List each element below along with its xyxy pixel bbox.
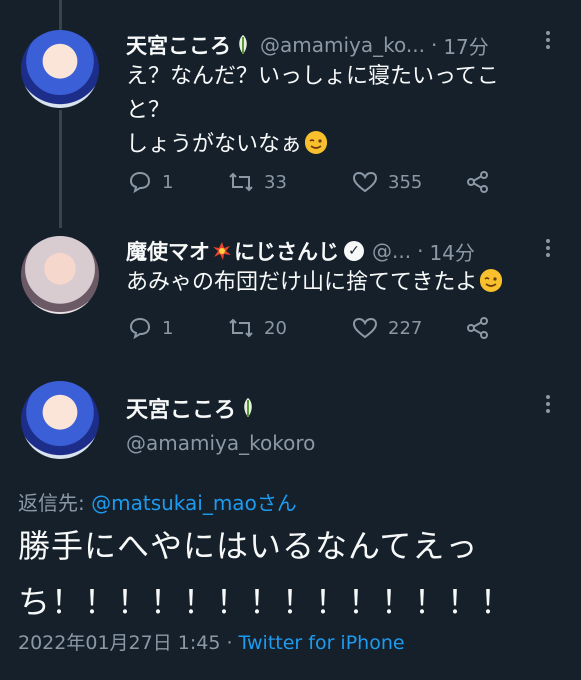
reply-button[interactable]: 1 xyxy=(128,316,228,340)
tweet-text-segment: あみゃの布団だけ山に捨ててきたよ xyxy=(126,270,478,295)
reply-suffix: さん xyxy=(256,491,297,515)
tweet-header: 天宮こころ @amamiya_ko... · 17分 xyxy=(126,30,489,60)
main-tweet-text-line: 勝手にへやにはいるなんてえっ xyxy=(18,527,479,565)
main-tweet-text: 勝手にへやにはいるなんてえっ ち！！！！！！！！！！！！！！ xyxy=(18,521,578,627)
retweet-icon xyxy=(229,318,253,338)
avatar[interactable] xyxy=(21,30,99,108)
tweet-meta: 2022年01月27日 1:45 · Twitter for iPhone xyxy=(18,628,405,655)
share-icon xyxy=(467,171,488,193)
tweet-text: あみゃの布団だけ山に捨ててきたよ xyxy=(126,266,566,300)
tweet-datetime[interactable]: 2022年01月27日 1:45 · xyxy=(18,632,239,654)
thread-line xyxy=(59,0,62,30)
display-name-part: 魔使マオ xyxy=(126,240,210,264)
wink-emoji xyxy=(480,269,503,292)
main-display-name[interactable]: 天宮こころ xyxy=(126,392,255,424)
like-count: 355 xyxy=(388,171,423,193)
tweet-text: え？なんだ？いっしょに寝たいってこ と？ しょうがないなぁ xyxy=(126,60,566,162)
retweet-icon xyxy=(229,172,253,192)
avatar[interactable] xyxy=(21,381,99,459)
handle[interactable]: @... xyxy=(372,239,411,263)
separator-dot: · xyxy=(430,33,438,57)
tweet-source[interactable]: Twitter for iPhone xyxy=(239,632,405,654)
like-button[interactable]: 355 xyxy=(352,170,466,194)
display-name: 天宮こころ xyxy=(126,398,237,423)
more-icon[interactable] xyxy=(542,28,554,52)
handle[interactable]: @amamiya_ko... xyxy=(260,33,425,57)
timestamp[interactable]: 17分 xyxy=(443,31,488,60)
display-name[interactable]: 魔使マオ にじさんじ xyxy=(126,236,339,266)
avatar[interactable] xyxy=(21,236,99,314)
thread-line xyxy=(59,110,62,228)
share-button[interactable] xyxy=(466,316,500,340)
leaf-icon xyxy=(239,35,247,54)
more-icon[interactable] xyxy=(542,236,554,260)
leaf-icon xyxy=(244,398,252,417)
tweet-text-line: と？ xyxy=(126,98,171,123)
like-count: 227 xyxy=(388,317,423,339)
display-name-part: にじさんじ xyxy=(234,240,339,264)
tweet-text-line: しょうがないなぁ xyxy=(126,128,566,162)
tweet-text-segment: しょうがないなぁ xyxy=(126,132,303,157)
reply-count: 1 xyxy=(162,171,174,193)
retweet-button[interactable]: 33 xyxy=(228,170,352,194)
tweet-actions: 1 33 355 xyxy=(128,170,500,194)
separator-dot: · xyxy=(417,239,424,263)
like-button[interactable]: 227 xyxy=(352,316,466,340)
like-icon xyxy=(352,171,378,193)
reply-icon xyxy=(129,171,151,194)
verified-icon: ✓ xyxy=(344,241,364,261)
reply-count: 1 xyxy=(162,317,174,339)
main-tweet-text-line: ち！！！！！！！！！！！！！！ xyxy=(18,583,514,621)
retweet-count: 33 xyxy=(264,171,287,193)
explosion-icon xyxy=(213,242,231,260)
reply-prefix: 返信先: xyxy=(18,491,92,515)
reply-user-link[interactable]: @matsukai_mao xyxy=(91,491,257,515)
more-icon[interactable] xyxy=(542,392,554,416)
tweet-actions: 1 20 227 xyxy=(128,316,500,340)
tweet-text-line: え？なんだ？いっしょに寝たいってこ xyxy=(126,64,499,89)
retweet-button[interactable]: 20 xyxy=(228,316,352,340)
share-button[interactable] xyxy=(466,170,500,194)
retweet-count: 20 xyxy=(264,317,287,339)
display-name[interactable]: 天宮こころ xyxy=(126,30,231,60)
wink-emoji xyxy=(305,131,328,154)
tweet-header: 魔使マオ にじさんじ ✓ @... · 14分 xyxy=(126,236,475,266)
timestamp[interactable]: 14分 xyxy=(429,237,474,266)
reply-button[interactable]: 1 xyxy=(128,170,228,194)
share-icon xyxy=(467,317,488,339)
reply-to: 返信先: @matsukai_maoさん xyxy=(18,487,297,516)
main-handle[interactable]: @amamiya_kokoro xyxy=(126,431,315,455)
reply-icon xyxy=(129,317,151,340)
like-icon xyxy=(352,317,378,339)
